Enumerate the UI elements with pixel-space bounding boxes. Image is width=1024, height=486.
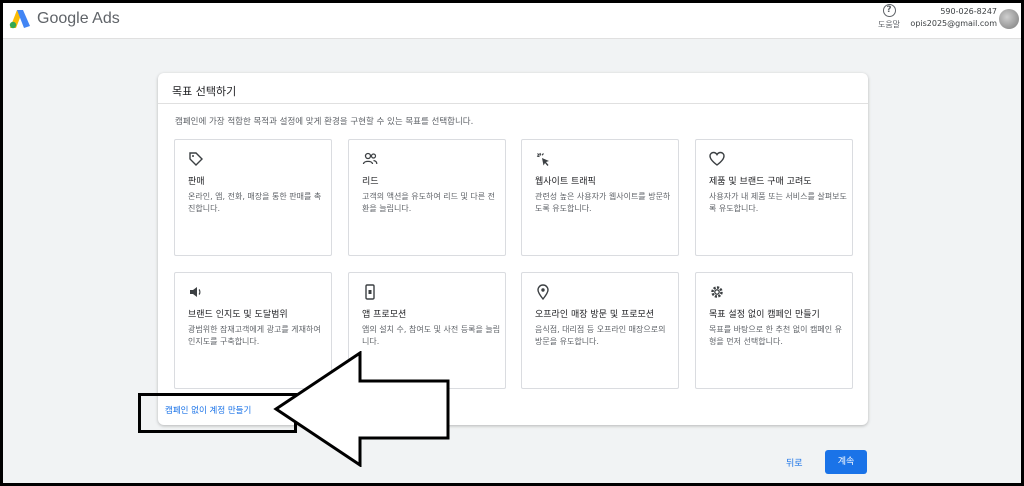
people-icon [362,152,378,165]
goal-description: 목표를 바탕으로 한 추천 없이 캠페인 유형을 먼저 선택합니다. [709,325,843,346]
goal-title: 목표 설정 없이 캠페인 만들기 [709,310,820,320]
goal-title: 리드 [362,177,379,187]
account-id: 590-026-8247 [940,7,997,16]
heart-icon [709,151,725,166]
goal-description: 광범위한 잠재고객에게 광고를 게재하여 인지도를 구축합니다. [188,325,321,346]
goal-selection-panel: 목표 선택하기 캠페인에 가장 적합한 목적과 설정에 맞게 환경을 구현할 수… [158,73,868,425]
back-button[interactable]: 뒤로 [786,456,803,469]
account-email: opis2025@gmail.com [910,19,997,28]
goal-card-sales[interactable]: 판매 온라인, 앱, 전화, 매장을 통한 판매를 촉진합니다. [174,139,332,256]
goal-description: 사용자가 내 제품 또는 서비스를 살펴보도록 유도합니다. [709,192,847,213]
goal-description: 음식점, 대리점 등 오프라인 매장으로의 방문을 유도합니다. [535,325,666,346]
goal-title: 웹사이트 트래픽 [535,177,596,187]
top-bar: Google Ads ? 도움말 590-026-8247 opis2025@g… [3,3,1021,39]
location-pin-icon [537,284,549,300]
annotation-arrow-icon [273,351,450,467]
continue-button[interactable]: 계속 [825,450,867,474]
avatar[interactable] [999,9,1019,29]
cursor-click-icon [536,152,549,166]
goal-description: 관련성 높은 사용자가 웹사이트를 방문하도록 유도합니다. [535,192,671,213]
speaker-icon [190,287,201,297]
goal-title: 오프라인 매장 방문 및 프로모션 [535,310,655,320]
goal-card-no-goal[interactable]: 목표 설정 없이 캠페인 만들기 목표를 바탕으로 한 추천 없이 캠페인 유형… [695,272,853,389]
goal-card-consideration[interactable]: 제품 및 브랜드 구매 고려도 사용자가 내 제품 또는 서비스를 살펴보도록 … [695,139,853,256]
goal-card-local-store-visits[interactable]: 오프라인 매장 방문 및 프로모션 음식점, 대리점 등 오프라인 매장으로의 … [521,272,679,389]
screenshot-frame: Google Ads ? 도움말 590-026-8247 opis2025@g… [0,0,1024,486]
goal-title: 브랜드 인지도 및 도달범위 [188,310,288,320]
goal-title: 제품 및 브랜드 구매 고려도 [709,177,812,187]
google-ads-logo-icon[interactable] [9,9,31,29]
help-button[interactable]: ? 도움말 [871,4,907,30]
phone-icon [365,284,375,300]
gear-icon [711,286,723,298]
help-icon: ? [882,4,896,17]
panel-description: 캠페인에 가장 적합한 목적과 설정에 맞게 환경을 구현할 수 있는 목표를 … [175,117,474,127]
goal-title: 판매 [188,177,205,187]
goal-description: 고객의 액션을 유도하여 리드 및 다른 전환을 늘립니다. [362,192,496,213]
brand-name[interactable]: Google Ads [37,10,120,28]
goal-title: 앱 프로모션 [362,310,407,320]
panel-title: 목표 선택하기 [172,85,237,98]
goal-card-website-traffic[interactable]: 웹사이트 트래픽 관련성 높은 사용자가 웹사이트를 방문하도록 유도합니다. [521,139,679,256]
account-info[interactable]: 590-026-8247 opis2025@gmail.com [910,7,997,28]
goal-card-leads[interactable]: 리드 고객의 액션을 유도하여 리드 및 다른 전환을 늘립니다. [348,139,506,256]
goal-description: 앱의 설치 수, 참여도 및 사전 등록을 늘립니다. [362,325,501,346]
divider [158,103,868,104]
help-label: 도움말 [877,20,901,29]
goal-description: 온라인, 앱, 전화, 매장을 통한 판매를 촉진합니다. [188,192,322,213]
tag-icon [189,152,203,166]
